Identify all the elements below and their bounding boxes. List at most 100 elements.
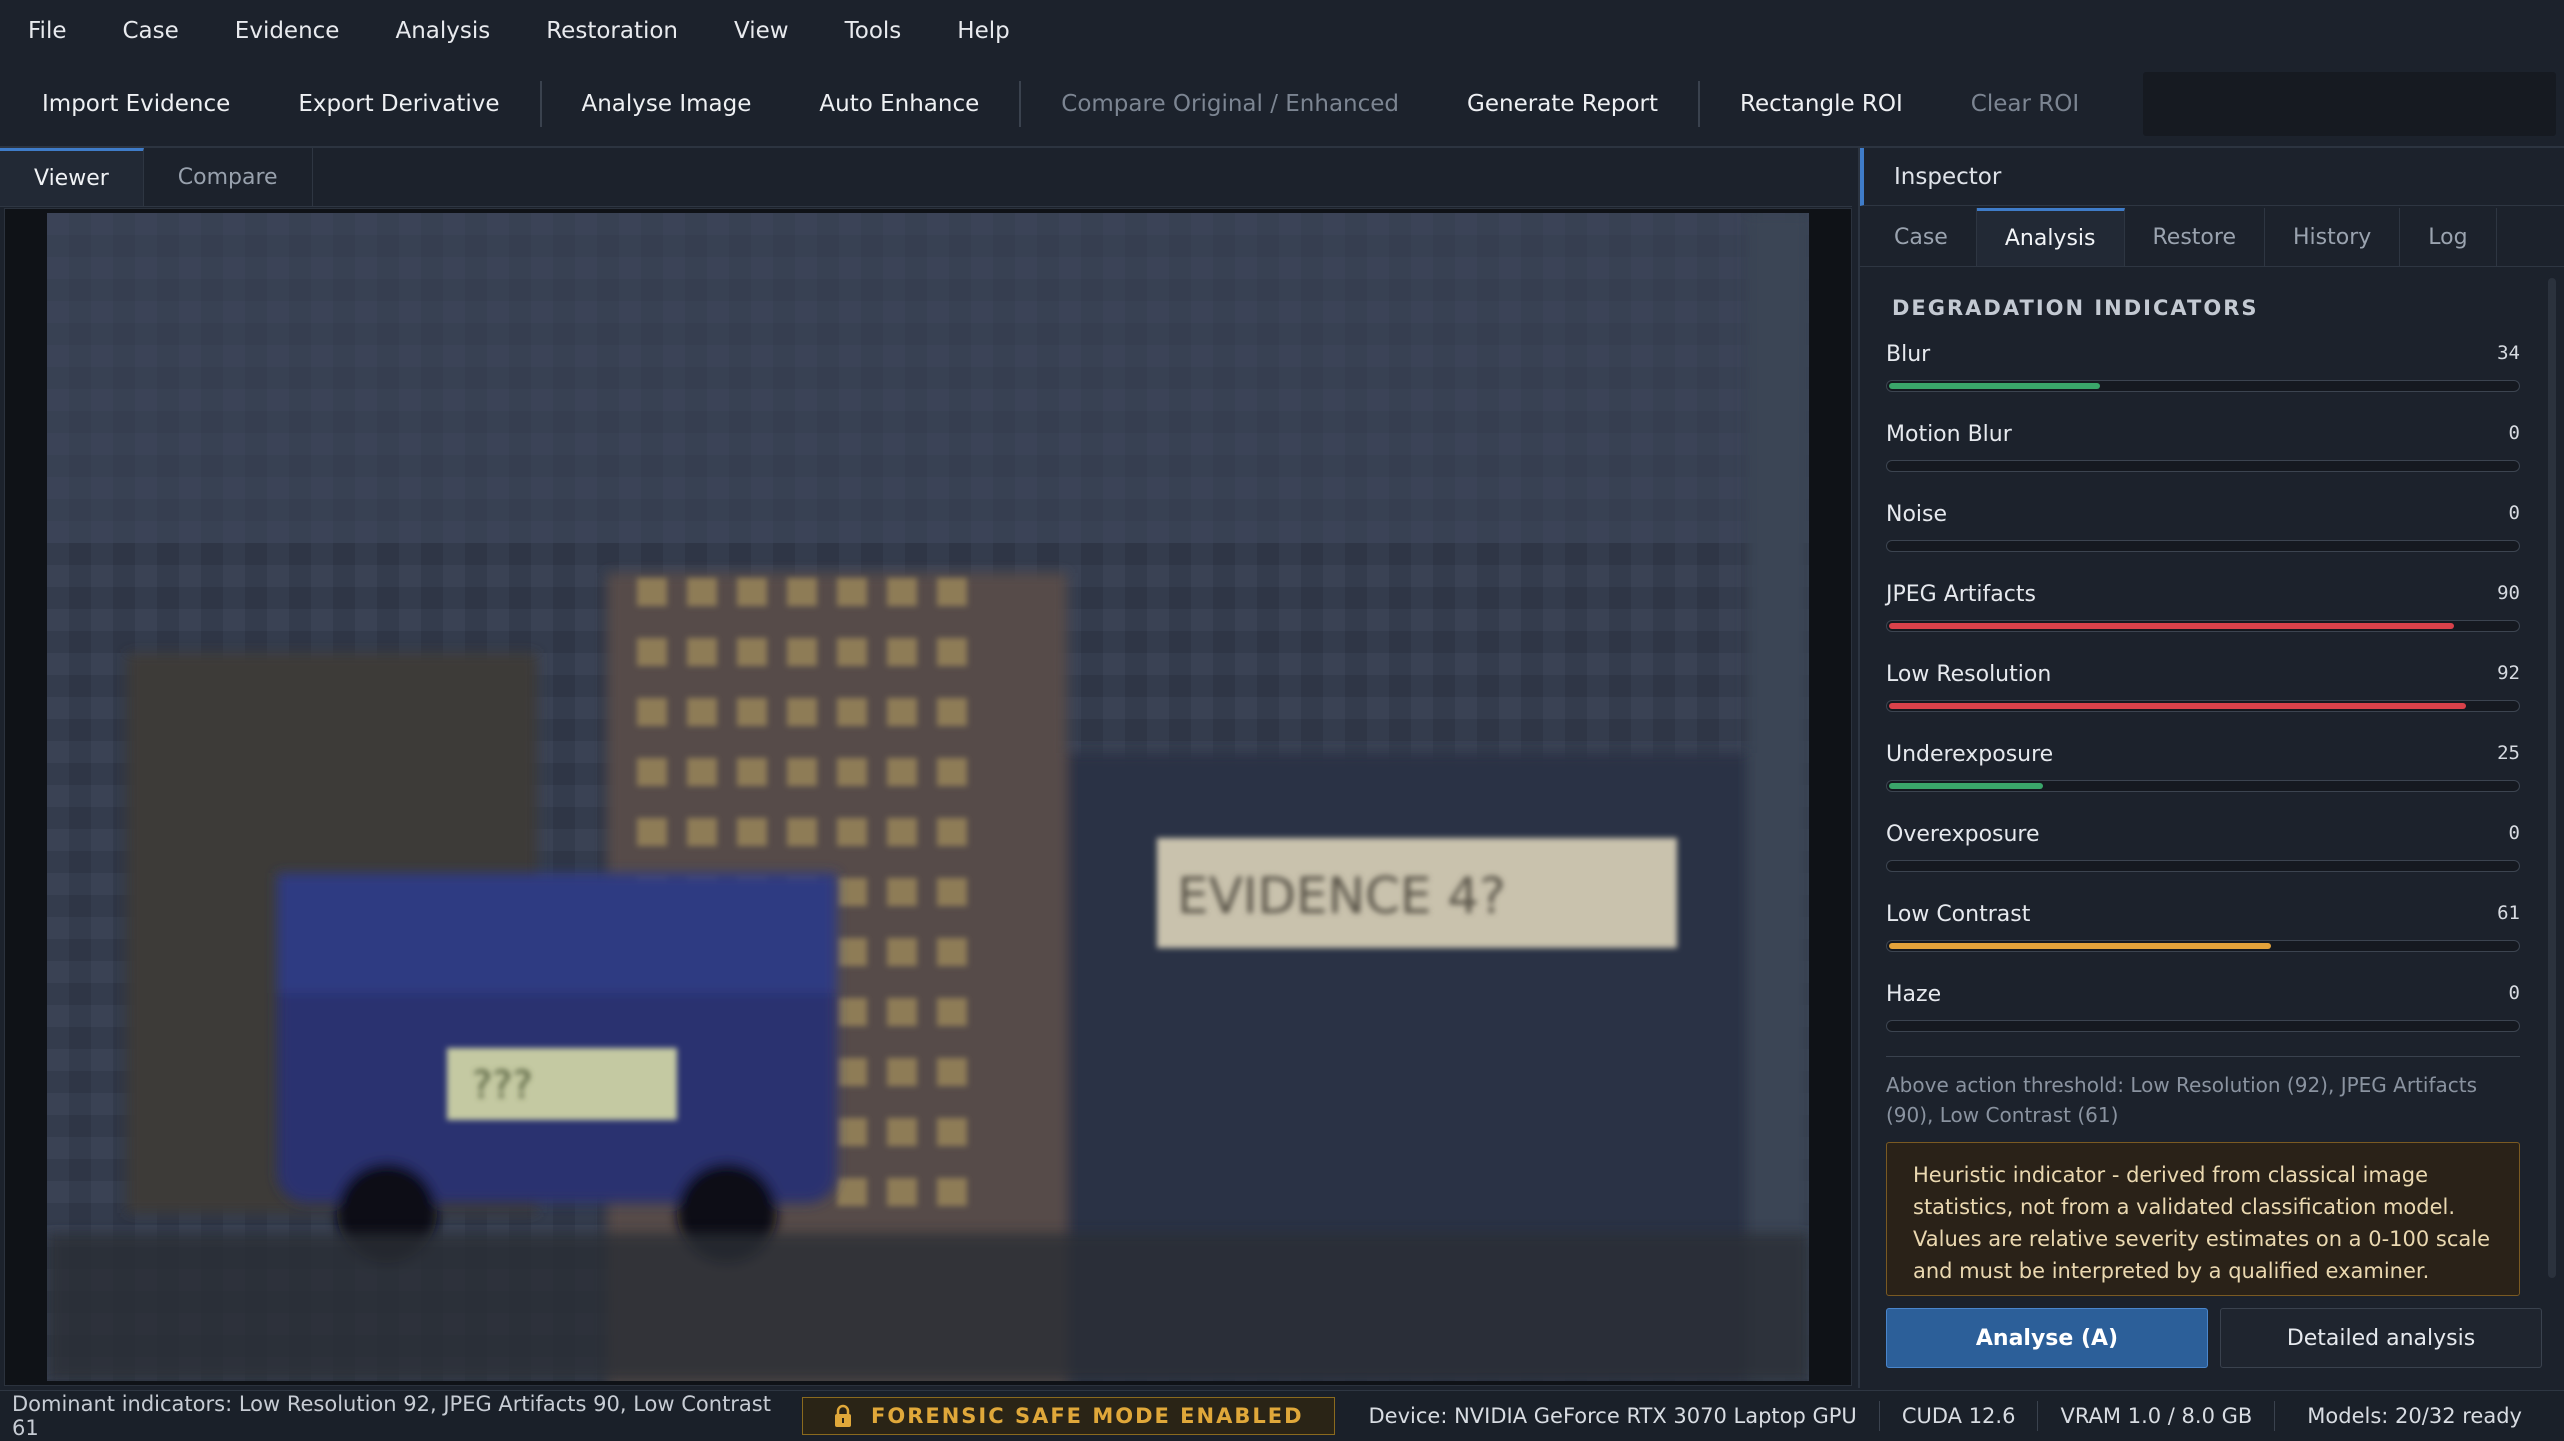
toolbar-spacer [2143, 72, 2556, 136]
tab-history[interactable]: History [2265, 208, 2401, 266]
inspector-title: Inspector [1860, 148, 2564, 206]
indicator-bar [1886, 380, 2520, 392]
indicator-bar-fill [1889, 383, 2100, 389]
plate-small-text: ??? [472, 1063, 533, 1107]
menu-restoration[interactable]: Restoration [518, 18, 706, 44]
section-title: DEGRADATION INDICATORS [1892, 296, 2259, 320]
tab-case[interactable]: Case [1866, 208, 1977, 266]
menu-help[interactable]: Help [929, 18, 1037, 44]
indicator-bar-fill [1889, 943, 2271, 949]
indicator-label: Low Contrast [1886, 902, 2031, 927]
indicator-label: Noise [1886, 502, 1948, 527]
indicator-row: Low Contrast 61 [1886, 898, 2520, 978]
indicator-value: 0 [2508, 422, 2520, 444]
indicator-row: Motion Blur 0 [1886, 418, 2520, 498]
toolbar-separator [539, 81, 542, 127]
toolbar: Import Evidence Export Derivative Analys… [0, 62, 2564, 148]
analyse-image-button[interactable]: Analyse Image [548, 91, 786, 117]
safe-mode-badge: FORENSIC SAFE MODE ENABLED [802, 1397, 1335, 1435]
threshold-text: Above action threshold: Low Resolution (… [1886, 1073, 2477, 1127]
tab-restore[interactable]: Restore [2125, 208, 2265, 266]
menu-tools[interactable]: Tools [817, 18, 930, 44]
indicator-row: Overexposure 0 [1886, 818, 2520, 898]
menu-view[interactable]: View [706, 18, 817, 44]
device-info: Device: NVIDIA GeForce RTX 3070 Laptop G… [1368, 1404, 1857, 1428]
cuda-version: CUDA 12.6 [1901, 1404, 2016, 1428]
indicator-bar-fill [1889, 623, 2454, 629]
import-evidence-button[interactable]: Import Evidence [0, 91, 264, 117]
action-buttons: Analyse (A) Detailed analysis [1886, 1308, 2542, 1368]
menu-bar: File Case Evidence Analysis Restoration … [0, 0, 2564, 63]
tab-log[interactable]: Log [2400, 208, 2497, 266]
indicator-label: Blur [1886, 342, 1931, 367]
indicator-value: 92 [2497, 662, 2520, 684]
tab-analysis[interactable]: Analysis [1976, 208, 2125, 266]
indicator-value: 0 [2508, 982, 2520, 1004]
heuristic-note: Heuristic indicator - derived from class… [1886, 1142, 2520, 1296]
divider [1886, 1056, 2520, 1057]
indicator-bar [1886, 940, 2520, 952]
indicator-label: Underexposure [1886, 742, 2054, 767]
status-separator [2274, 1401, 2276, 1431]
generate-report-button[interactable]: Generate Report [1433, 91, 1692, 117]
menu-analysis[interactable]: Analysis [367, 18, 518, 44]
menu-evidence[interactable]: Evidence [207, 18, 368, 44]
indicator-value: 61 [2497, 902, 2520, 924]
image-viewer[interactable]: EVIDENCE 4? ??? [4, 208, 1852, 1386]
tab-viewer[interactable]: Viewer [0, 148, 144, 206]
indicator-row: Low Resolution 92 [1886, 658, 2520, 738]
indicator-value: 25 [2497, 742, 2520, 764]
clear-roi-button[interactable]: Clear ROI [1937, 91, 2113, 117]
indicator-row: Noise 0 [1886, 498, 2520, 578]
indicator-row: JPEG Artifacts 90 [1886, 578, 2520, 658]
degradation-indicators: Blur 34 Motion Blur 0 Noise 0 JPEG Artifacts 90… [1886, 338, 2520, 1058]
indicator-value: 34 [2497, 342, 2520, 364]
evidence-image-render: EVIDENCE 4? ??? [47, 213, 1809, 1381]
indicator-row: Haze 0 [1886, 978, 2520, 1058]
indicator-label: JPEG Artifacts [1886, 582, 2036, 607]
indicator-bar-fill [1889, 703, 2467, 709]
indicator-label: Low Resolution [1886, 662, 2052, 687]
indicator-row: Blur 34 [1886, 338, 2520, 418]
indicator-value: 0 [2508, 502, 2520, 524]
menu-case[interactable]: Case [95, 18, 207, 44]
compare-button[interactable]: Compare Original / Enhanced [1027, 91, 1433, 117]
inspector-panel: Inspector Case Analysis Restore History … [1858, 148, 2564, 1388]
vram-usage: VRAM 1.0 / 8.0 GB [2060, 1404, 2253, 1428]
status-separator [1878, 1401, 1880, 1431]
export-derivative-button[interactable]: Export Derivative [264, 91, 533, 117]
indicator-value: 0 [2508, 822, 2520, 844]
indicator-bar [1886, 700, 2520, 712]
rectangle-roi-button[interactable]: Rectangle ROI [1706, 91, 1937, 117]
plate-large-text: EVIDENCE 4? [1177, 867, 1506, 925]
dominant-indicators: Dominant indicators: Low Resolution 92, … [12, 1392, 771, 1440]
indicator-bar [1886, 1020, 2520, 1032]
analyse-button[interactable]: Analyse (A) [1886, 1308, 2208, 1368]
indicator-value: 90 [2497, 582, 2520, 604]
lock-icon [835, 1404, 851, 1427]
indicator-label: Motion Blur [1886, 422, 2012, 447]
indicator-bar [1886, 460, 2520, 472]
indicator-bar [1886, 620, 2520, 632]
auto-enhance-button[interactable]: Auto Enhance [785, 91, 1013, 117]
inspector-tabs: Case Analysis Restore History Log [1860, 208, 2564, 267]
indicator-label: Haze [1886, 982, 1942, 1007]
indicator-bar-fill [1889, 783, 2043, 789]
status-separator [2037, 1401, 2039, 1431]
models-status: Models: 20/32 ready [2307, 1404, 2522, 1428]
detailed-analysis-button[interactable]: Detailed analysis [2220, 1308, 2542, 1368]
viewer-tabs: Viewer Compare [0, 148, 1852, 207]
indicator-bar [1886, 780, 2520, 792]
tab-compare[interactable]: Compare [144, 148, 313, 206]
indicator-row: Underexposure 25 [1886, 738, 2520, 818]
status-bar: Dominant indicators: Low Resolution 92, … [0, 1390, 2564, 1441]
inspector-scrollbar[interactable] [2548, 278, 2556, 1278]
toolbar-separator [1019, 81, 1022, 127]
evidence-image[interactable]: EVIDENCE 4? ??? [47, 213, 1809, 1381]
indicator-label: Overexposure [1886, 822, 2040, 847]
safe-mode-text: FORENSIC SAFE MODE ENABLED [871, 1404, 1304, 1428]
menu-file[interactable]: File [0, 18, 95, 44]
toolbar-separator [1698, 81, 1701, 127]
indicator-bar [1886, 860, 2520, 872]
indicator-bar [1886, 540, 2520, 552]
